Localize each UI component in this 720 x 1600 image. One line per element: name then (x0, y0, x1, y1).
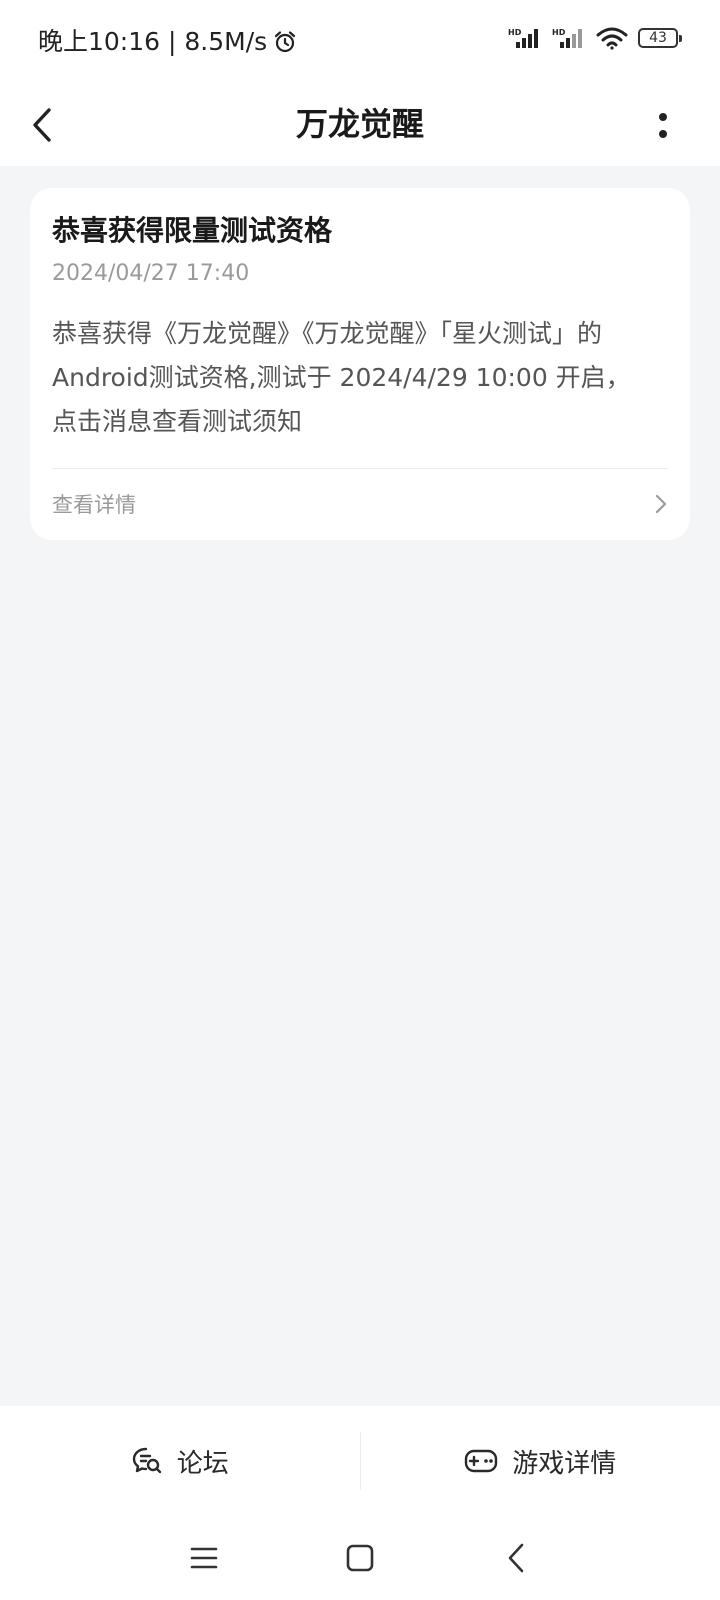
status-left: 晚上10:16 | 8.5M/s (38, 24, 297, 60)
divider (52, 468, 668, 469)
page-title: 万龙觉醒 (295, 105, 424, 143)
status-bar: 晚上10:16 | 8.5M/s HD HD 43 (0, 0, 720, 84)
forum-icon (132, 1447, 161, 1474)
message-card[interactable]: 恭喜获得限量测试资格 2024/04/27 17:40 恭喜获得《万龙觉醒》《万… (30, 188, 690, 540)
svg-text:HD: HD (552, 28, 566, 37)
nav-back-button[interactable] (492, 1536, 540, 1580)
status-right: HD HD 43 (508, 26, 682, 50)
menu-icon (190, 1547, 218, 1569)
home-square-icon (346, 1544, 374, 1572)
system-nav-bar (0, 1516, 720, 1600)
signal-icon: HD (508, 26, 542, 50)
wifi-icon (596, 26, 628, 50)
header: 万龙觉醒 (0, 84, 720, 166)
view-details-label: 查看详情 (52, 493, 136, 517)
battery-icon: 43 (638, 28, 682, 48)
svg-text:HD: HD (508, 28, 522, 37)
menu-button[interactable] (180, 1536, 228, 1580)
message-time: 2024/04/27 17:40 (52, 261, 250, 286)
gamepad-icon (465, 1449, 498, 1473)
more-options-button[interactable] (648, 100, 678, 150)
alarm-icon (273, 30, 297, 54)
forum-label: 论坛 (176, 1448, 229, 1479)
message-body: 恭喜获得《万龙觉醒》《万龙觉醒》「星火测试」的Android测试资格,测试于 2… (52, 319, 631, 436)
signal-icon: HD (552, 26, 586, 50)
chevron-right-icon (655, 494, 667, 514)
more-vertical-icon (659, 112, 667, 121)
nav-back-icon (508, 1543, 524, 1573)
status-time-speed: 晚上10:16 | 8.5M/s (38, 27, 268, 56)
game-details-label: 游戏详情 (512, 1448, 617, 1479)
battery-level: 43 (649, 30, 667, 46)
message-title: 恭喜获得限量测试资格 (52, 214, 333, 247)
home-button[interactable] (336, 1536, 384, 1580)
game-details-tab[interactable]: 游戏详情 (361, 1406, 720, 1516)
forum-tab[interactable]: 论坛 (0, 1406, 360, 1516)
bottom-bar: 论坛 游戏详情 (0, 1406, 720, 1516)
view-details-link[interactable]: 查看详情 (52, 470, 668, 538)
